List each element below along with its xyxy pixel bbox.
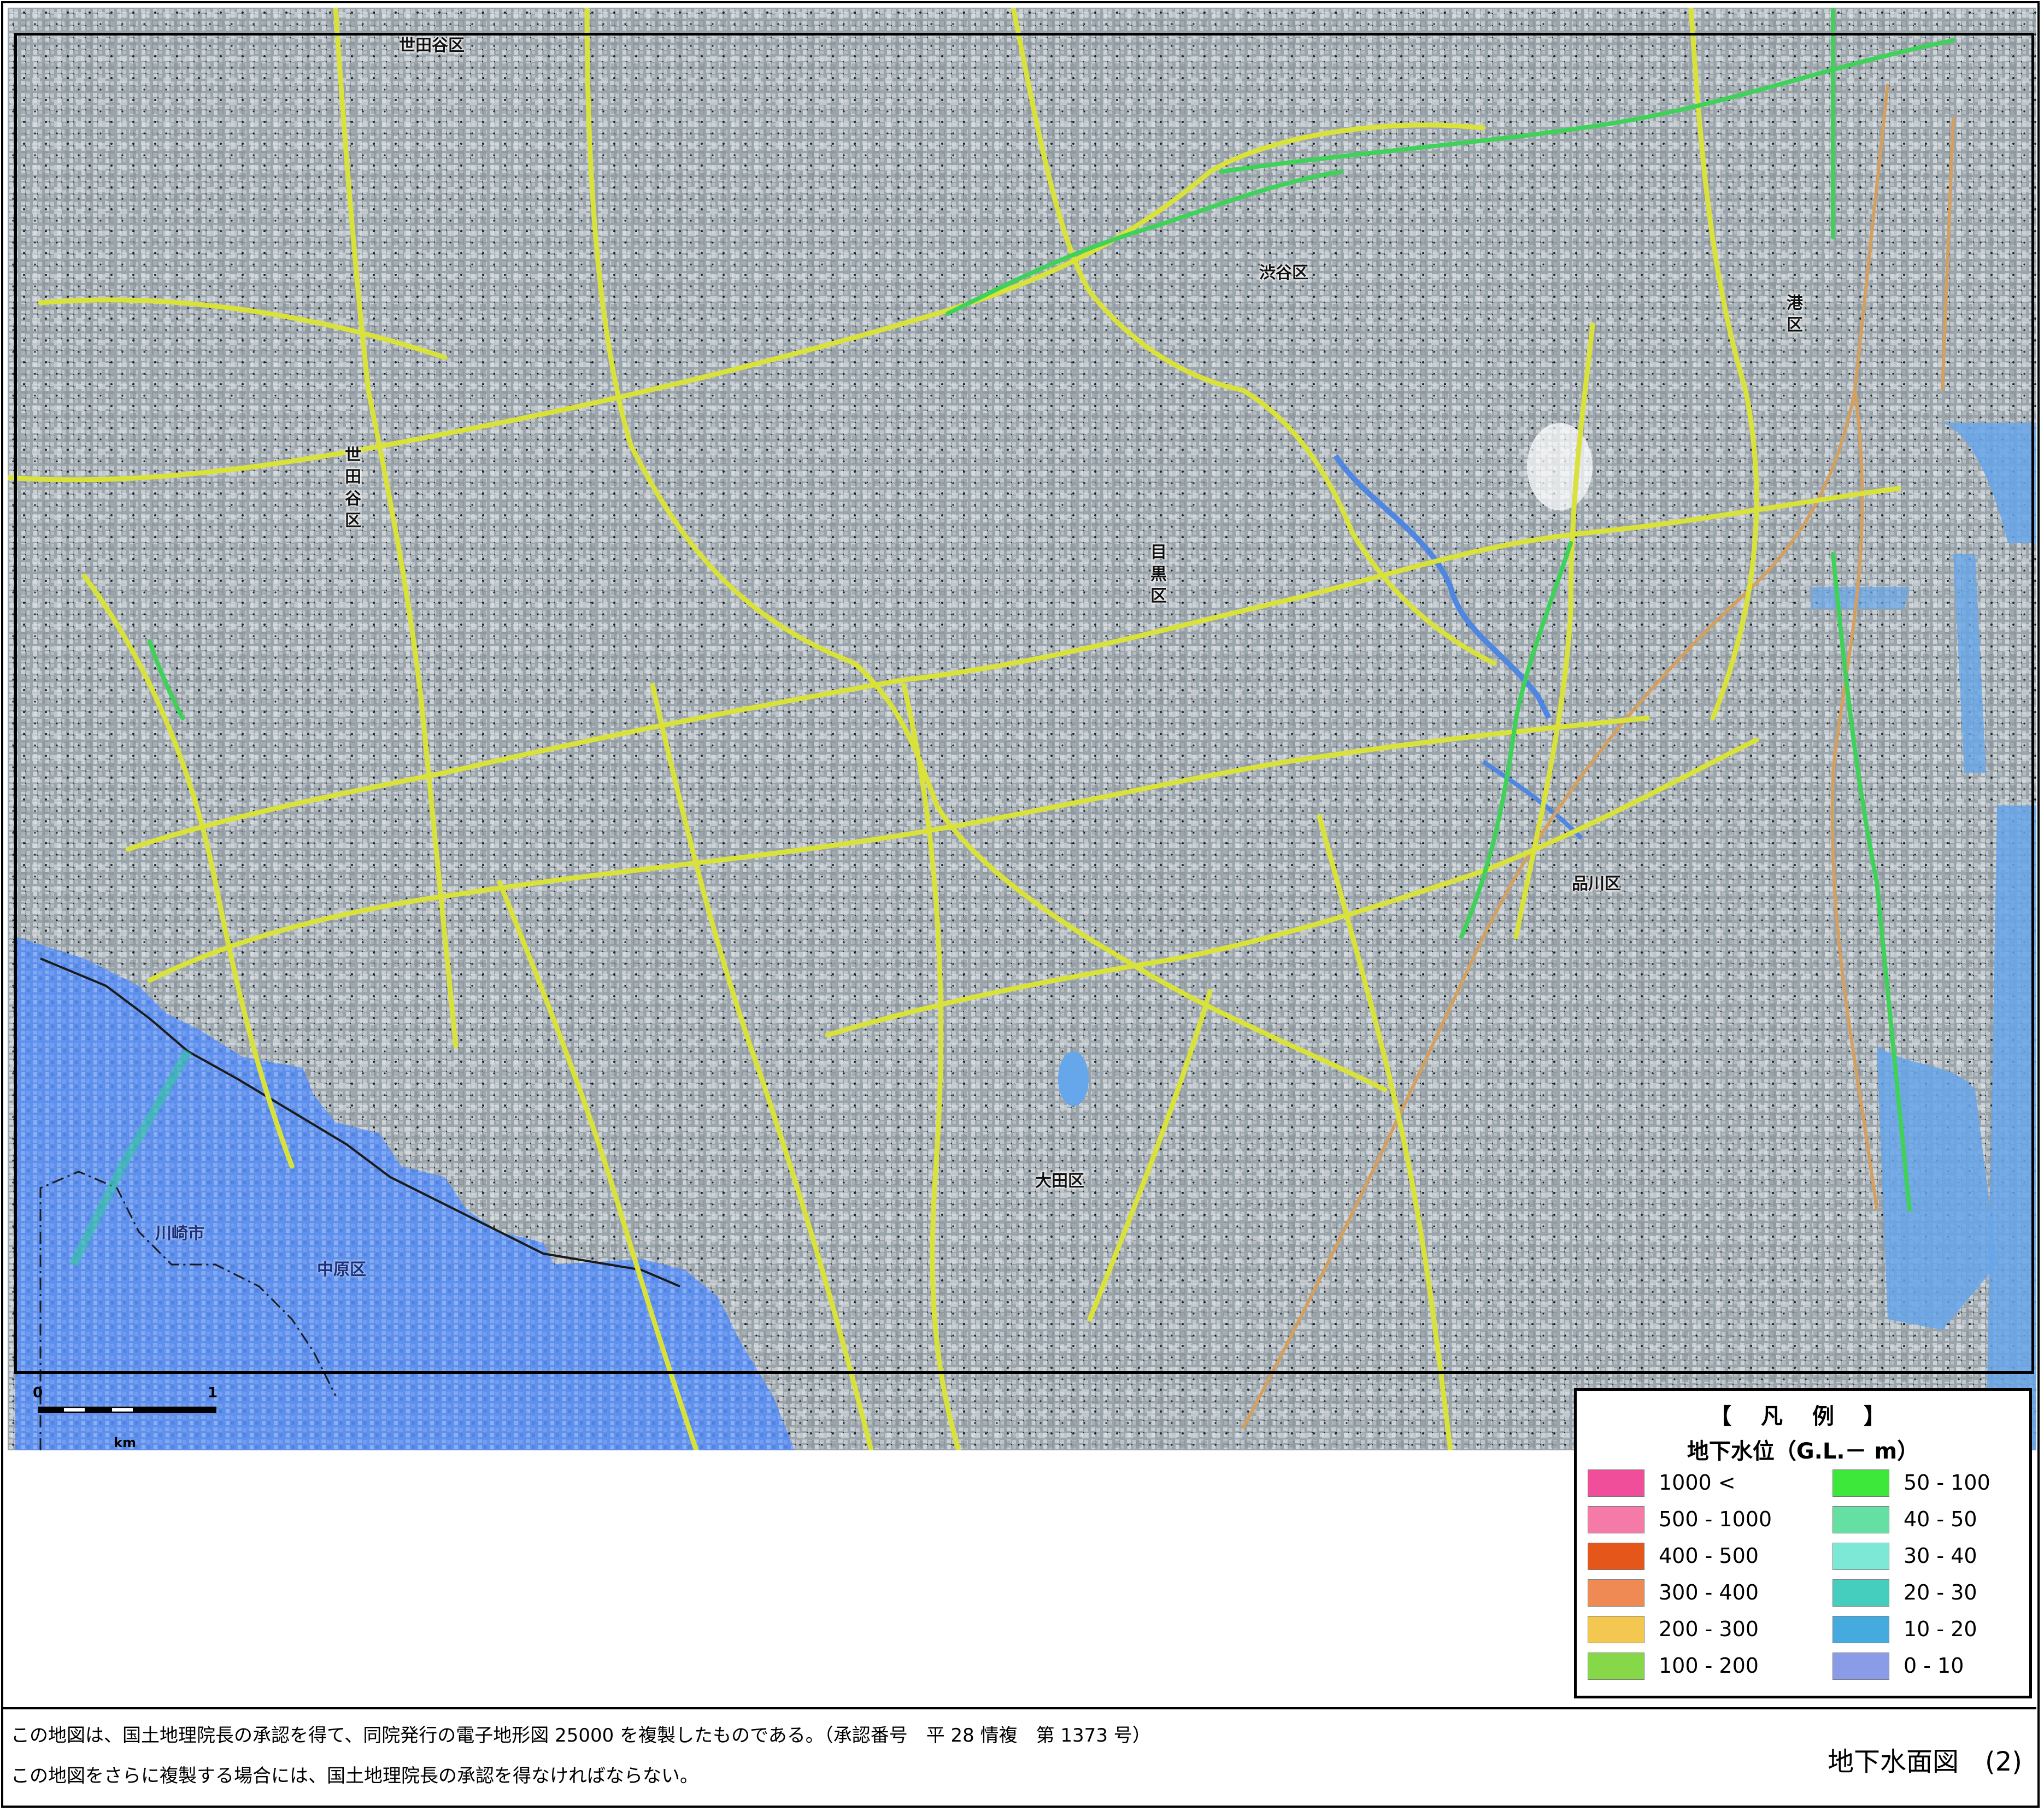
legend-swatch: [1832, 1543, 1889, 1570]
legend-label: 0 - 10: [1904, 1654, 1964, 1678]
ward-label-shibuya: 渋谷区: [1259, 263, 1308, 283]
ward-label-setagaya-top: 世田谷区: [399, 36, 465, 55]
legend-swatch: [1832, 1469, 1889, 1497]
scale-tick-one: 1: [208, 1385, 218, 1401]
legend-label: 40 - 50: [1904, 1507, 1977, 1531]
legend-swatch: [1588, 1653, 1644, 1680]
scale-segment: [62, 1407, 86, 1413]
ward-label-kawasaki: 川崎市: [155, 1224, 204, 1243]
ward-label-minato: 港区: [1783, 294, 1802, 338]
legend-label: 100 - 200: [1659, 1654, 1759, 1678]
map-title: 地下水面図 (2): [1828, 1747, 2022, 1777]
legend-swatch: [1588, 1469, 1644, 1497]
legend-label: 400 - 500: [1659, 1544, 1759, 1568]
legend: 【 凡 例 】 地下水位（G.L.－ m） 1000 < 500 - 1000 40…: [1574, 1388, 2032, 1698]
legend-swatch: [1832, 1616, 1889, 1643]
base-map: [8, 8, 2036, 1450]
scale-unit: km: [114, 1435, 136, 1450]
legend-label: 10 - 20: [1904, 1617, 1977, 1641]
scale-bar: 0 1 km: [32, 1385, 228, 1450]
scale-segment: [38, 1407, 62, 1413]
legend-swatch: [1832, 1506, 1889, 1533]
legend-label: 20 - 30: [1904, 1580, 1977, 1604]
legend-label: 500 - 1000: [1659, 1507, 1772, 1531]
legend-title: 【 凡 例 】: [1710, 1404, 1896, 1429]
legend-subtitle: 地下水位（G.L.－ m）: [1687, 1439, 1919, 1464]
legend-swatch: [1832, 1653, 1889, 1680]
legend-swatch: [1588, 1579, 1644, 1607]
legend-label: 50 - 100: [1904, 1471, 1990, 1495]
legend-swatch: [1588, 1543, 1644, 1570]
legend-label: 200 - 300: [1659, 1617, 1759, 1641]
ward-label-meguro: 目黒区: [1147, 543, 1166, 609]
map-area[interactable]: 世田谷区 世田谷区 渋谷区 港区 目黒区 品川区 大田区 川崎市 中原区 0 1…: [8, 8, 2036, 1450]
scale-segment: [134, 1407, 216, 1413]
legend-label: 30 - 40: [1904, 1544, 1977, 1568]
ward-label-ota: 大田区: [1035, 1172, 1084, 1191]
legend-swatch: [1588, 1616, 1644, 1643]
legend-label: 300 - 400: [1659, 1580, 1759, 1604]
scale-tick-zero: 0: [33, 1385, 43, 1401]
ward-label-nakahara: 中原区: [317, 1260, 366, 1279]
legend-swatch: [1588, 1506, 1644, 1533]
scale-segment: [110, 1407, 134, 1413]
reproduction-note: この地図をさらに複製する場合には、国土地理院長の承認を得なければならない。: [11, 1765, 698, 1787]
legend-label: 1000 <: [1659, 1471, 1736, 1495]
scale-segment: [86, 1407, 110, 1413]
footer: この地図は、国土地理院長の承認を得て、同院発行の電子地形図 25000 を複製し…: [3, 1707, 2036, 1808]
ward-label-setagaya-left: 世田谷区: [342, 446, 361, 533]
legend-swatch: [1832, 1579, 1889, 1607]
ward-label-shinagawa: 品川区: [1572, 874, 1621, 893]
copyright-note: この地図は、国土地理院長の承認を得て、同院発行の電子地形図 25000 を複製し…: [11, 1725, 1151, 1747]
